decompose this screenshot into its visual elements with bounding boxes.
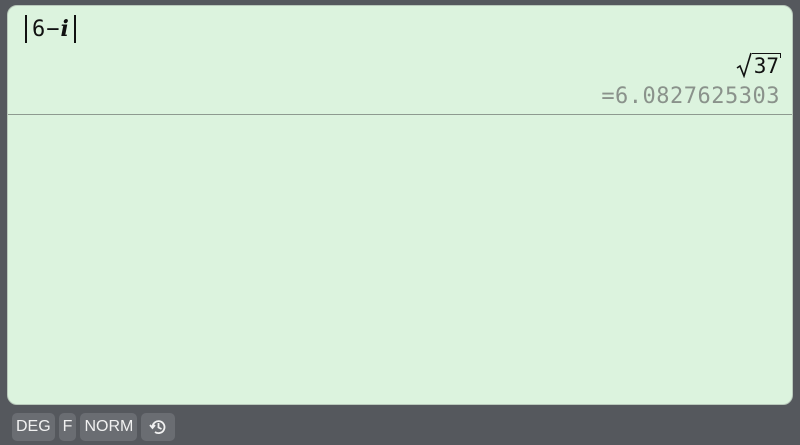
exact-result: 37 <box>736 48 782 78</box>
history-icon <box>149 420 166 435</box>
abs-bar-left <box>25 15 27 43</box>
history-entry[interactable]: 6 − i 37 =6.0827625303 <box>8 6 792 115</box>
status-bar: DEG F NORM <box>12 413 176 443</box>
history-button[interactable] <box>141 413 176 441</box>
expression-number: 6 <box>32 16 46 42</box>
radicand: 37 <box>751 53 782 78</box>
sqrt-icon <box>736 52 752 78</box>
angle-mode-chip[interactable]: DEG <box>12 413 55 441</box>
expression-operator: − <box>46 16 60 42</box>
calculator-frame: 6 − i 37 =6.0827625303 DEG F NORM <box>0 0 800 445</box>
imaginary-unit: i <box>60 16 69 42</box>
abs-bar-right <box>73 15 76 43</box>
calculator-display[interactable]: 6 − i 37 =6.0827625303 <box>7 5 793 405</box>
format-mode-chip[interactable]: F <box>58 413 77 441</box>
input-expression[interactable]: 6 − i <box>20 12 81 46</box>
display-mode-chip[interactable]: NORM <box>80 413 138 441</box>
decimal-result: =6.0827625303 <box>601 84 780 109</box>
